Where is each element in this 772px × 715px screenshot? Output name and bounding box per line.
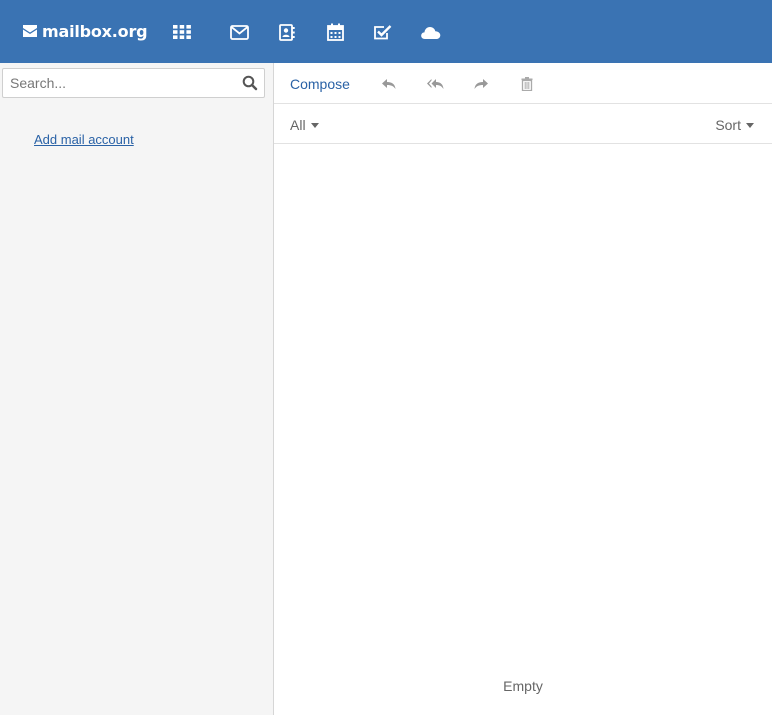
- filter-dropdown[interactable]: All: [290, 117, 319, 133]
- search-box: [2, 68, 265, 98]
- filter-label: All: [290, 117, 306, 133]
- logo-text: mailbox.org: [42, 21, 148, 41]
- search-button[interactable]: [242, 75, 258, 91]
- cloud-icon: [420, 26, 440, 39]
- list-filter-bar: All Sort: [274, 104, 772, 144]
- search-icon: [242, 75, 258, 91]
- calendar-app-button[interactable]: [323, 20, 347, 44]
- calendar-icon: [326, 23, 344, 41]
- envelope-logo-icon: [23, 25, 37, 37]
- reply-button[interactable]: [380, 76, 398, 92]
- reply-all-button[interactable]: [426, 76, 444, 92]
- forward-icon: [474, 79, 488, 89]
- tasks-app-button[interactable]: [370, 20, 394, 44]
- mail-app-button[interactable]: [227, 20, 251, 44]
- envelope-icon: [229, 24, 249, 40]
- add-mail-account-link[interactable]: Add mail account: [34, 132, 134, 147]
- sort-dropdown[interactable]: Sort: [715, 117, 754, 133]
- caret-down-icon: [746, 122, 754, 128]
- top-bar: mailbox.org: [0, 0, 772, 63]
- compose-button[interactable]: Compose: [290, 76, 350, 92]
- drive-app-button[interactable]: [418, 20, 442, 44]
- address-book-icon: [279, 23, 295, 41]
- trash-icon: [521, 77, 533, 91]
- sort-label: Sort: [715, 117, 741, 133]
- reply-all-icon: [426, 79, 443, 89]
- search-input[interactable]: [3, 69, 233, 97]
- forward-button[interactable]: [472, 76, 490, 92]
- logo[interactable]: mailbox.org: [22, 20, 148, 42]
- grid-icon: [173, 25, 191, 39]
- folder-sidebar: Add mail account: [0, 63, 274, 715]
- app-launcher-button[interactable]: [170, 20, 194, 44]
- address-book-app-button[interactable]: [275, 20, 299, 44]
- mail-list: Empty: [274, 144, 772, 715]
- caret-down-icon: [310, 122, 319, 128]
- empty-list-message: Empty: [503, 678, 543, 694]
- check-square-icon: [373, 24, 391, 39]
- delete-button[interactable]: [518, 76, 536, 92]
- reply-icon: [382, 79, 396, 89]
- mail-toolbar: Compose: [274, 63, 772, 104]
